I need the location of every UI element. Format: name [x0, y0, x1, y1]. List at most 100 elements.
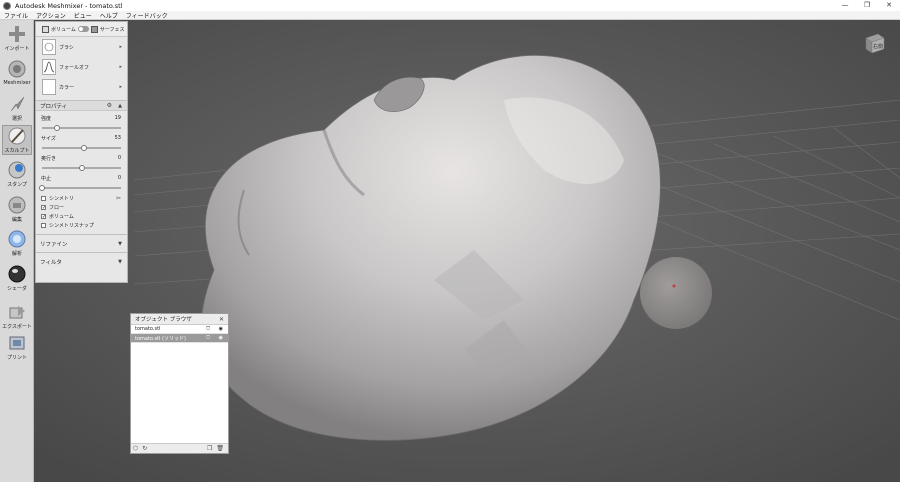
properties-header[interactable]: プロパティ ⚙ ▲	[36, 100, 127, 111]
sculpt-brush-icon	[7, 126, 27, 146]
tool-stamp[interactable]: スタンプ	[2, 160, 32, 190]
mode-toggle[interactable]	[77, 26, 89, 32]
duplicate-icon[interactable]: ❐	[207, 445, 212, 452]
color-swatch	[42, 79, 56, 95]
size-label: サイズ	[41, 136, 56, 142]
mode-surface-label[interactable]: サーフェス	[100, 26, 125, 33]
trash-icon[interactable]: 🗑	[216, 445, 224, 452]
menu-feedback[interactable]: フィードバック	[122, 11, 172, 20]
symmetry-snap-label: シンメトリスナップ	[49, 223, 94, 229]
object-browser-footer: ⬡ ↻ ❐ 🗑	[131, 443, 228, 453]
tool-edit-label: 編集	[11, 217, 22, 223]
tool-meshmixer[interactable]: Meshmixer	[2, 59, 32, 89]
depth-label: 奥行き	[41, 156, 57, 162]
properties-title: プロパティ	[40, 103, 68, 110]
chevron-down-icon: ▼	[118, 258, 122, 265]
tool-edit[interactable]: 編集	[2, 195, 32, 225]
size-value: 53	[114, 135, 121, 141]
wrench-icon[interactable]: ✂	[116, 195, 121, 202]
chevron-right-icon: ▸	[119, 64, 122, 70]
tool-print[interactable]: プリント	[2, 333, 32, 363]
tool-strip: インポート Meshmixer 選択 スカルプト スタンプ 編集 解析 シェーダ…	[0, 20, 34, 482]
viewcube[interactable]: 右側	[864, 32, 886, 54]
tool-sculpt-label: スカルプト	[4, 148, 30, 154]
object-browser: オブジェクト ブラウザ ✕ tomato.stl ⛉ ◉ tomato.stl …	[130, 313, 229, 454]
plus-icon	[7, 24, 27, 44]
volume-check[interactable]: ✓ ボリューム	[36, 212, 127, 221]
flow-check[interactable]: ✓ フロー	[36, 203, 127, 212]
surface-cube-icon	[90, 25, 98, 33]
falloff-thumbnail	[42, 59, 56, 75]
refine-label: リファイン	[40, 241, 68, 248]
tool-select[interactable]: 選択	[2, 94, 32, 124]
menu-help[interactable]: ヘルプ	[96, 11, 122, 20]
strength-slider[interactable]	[42, 125, 121, 131]
symmetry-label: シンメトリ	[49, 196, 74, 202]
stop-value: 0	[117, 175, 121, 181]
tool-shader[interactable]: シェーダ	[2, 264, 32, 294]
tool-print-label: プリント	[6, 355, 27, 361]
print-icon	[7, 333, 27, 353]
chevron-right-icon: ▸	[119, 44, 122, 50]
falloff-label: フォールオフ	[59, 64, 90, 71]
cube-icon[interactable]: ⬡	[133, 445, 138, 452]
stop-slider[interactable]	[39, 185, 121, 191]
menu-view[interactable]: ビュー	[70, 11, 96, 20]
select-arrow-icon	[7, 94, 27, 114]
object-name: tomato.stl	[135, 326, 161, 332]
close-icon[interactable]: ✕	[219, 316, 224, 323]
size-slider[interactable]	[42, 145, 121, 151]
checkbox[interactable]	[41, 196, 46, 201]
object-row[interactable]: tomato.stl ⛉ ◉	[131, 325, 228, 334]
menu-file[interactable]: ファイル	[0, 11, 32, 20]
size-row: サイズ 53	[36, 135, 127, 143]
brush-gizmo-sphere[interactable]	[640, 257, 712, 329]
tool-meshmixer-label: Meshmixer	[3, 80, 31, 86]
lock-icon[interactable]: ⛉	[206, 326, 210, 332]
object-row-selected[interactable]: tomato.stl (ソリッド) ⛉ ◉	[131, 334, 228, 343]
brush-label: ブラシ	[59, 44, 74, 51]
stop-label: 中止	[41, 176, 52, 182]
tool-sculpt[interactable]: スカルプト	[2, 125, 32, 155]
symmetry-check[interactable]: シンメトリ ✂	[36, 194, 127, 203]
menu-action[interactable]: アクション	[32, 11, 70, 20]
minimize-button[interactable]: —	[834, 0, 856, 11]
title-bar: Autodesk Meshmixer - tomato.stl — ❐ ✕	[0, 0, 900, 11]
edit-icon	[7, 195, 27, 215]
mode-volume-label[interactable]: ボリューム	[51, 26, 76, 33]
brush-selector[interactable]: ブラシ ▸	[36, 37, 127, 57]
flow-label: フロー	[49, 205, 65, 211]
refresh-icon[interactable]: ↻	[142, 445, 147, 452]
eye-icon[interactable]: ◉	[219, 326, 223, 332]
mode-bar: ボリューム サーフェス	[36, 22, 127, 37]
volume-cube-icon	[42, 25, 49, 33]
maximize-button[interactable]: ❐	[856, 0, 878, 11]
tool-export[interactable]: エクスポート	[2, 302, 32, 332]
lock-icon[interactable]: ⛉	[206, 335, 210, 341]
tool-export-label: エクスポート	[2, 324, 32, 330]
checkbox[interactable]	[41, 223, 46, 228]
viewcube-label: 右側	[873, 43, 883, 50]
depth-slider[interactable]	[42, 165, 121, 171]
color-selector[interactable]: カラー ▸	[36, 77, 127, 97]
tool-import-label: インポート	[4, 46, 30, 52]
sculpt-panel: ボリューム サーフェス ブラシ ▸ フォールオフ ▸ カラー ▸ プロパティ ⚙…	[35, 21, 128, 283]
object-browser-title: オブジェクト ブラウザ	[135, 317, 192, 323]
eye-icon[interactable]: ◉	[219, 335, 223, 341]
checkbox[interactable]: ✓	[41, 205, 46, 211]
tool-analysis[interactable]: 解析	[2, 229, 32, 259]
stamp-icon	[7, 160, 27, 180]
symmetry-snap-check[interactable]: シンメトリスナップ	[36, 221, 127, 230]
checkbox[interactable]: ✓	[41, 214, 46, 220]
window-title: Autodesk Meshmixer - tomato.stl	[15, 1, 123, 10]
depth-row: 奥行き 0	[36, 155, 127, 163]
meshmixer-app-icon	[3, 1, 11, 10]
tool-import[interactable]: インポート	[2, 24, 32, 54]
chevron-right-icon: ▸	[119, 84, 122, 90]
gear-icon[interactable]: ⚙	[107, 102, 112, 109]
falloff-selector[interactable]: フォールオフ ▸	[36, 57, 127, 77]
close-button[interactable]: ✕	[878, 0, 900, 11]
filter-section[interactable]: フィルタ ▼	[36, 252, 127, 270]
refine-section[interactable]: リファイン ▼	[36, 234, 127, 252]
object-browser-header[interactable]: オブジェクト ブラウザ ✕	[131, 314, 228, 325]
